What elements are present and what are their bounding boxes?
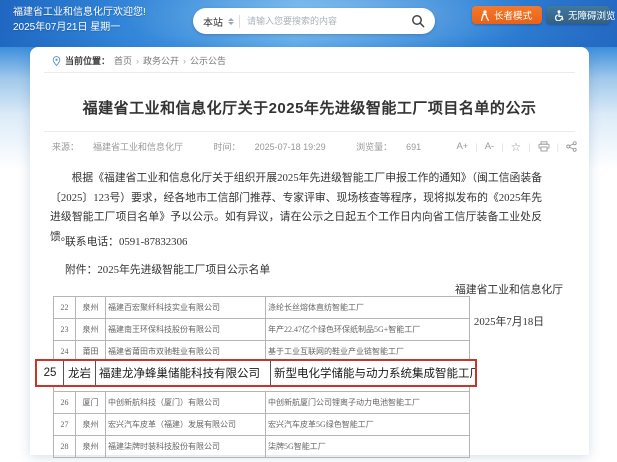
search-bar: 本站 — [193, 8, 435, 34]
row-no: 23 — [54, 319, 76, 340]
row-company: 福建百宏聚纤科技实业有限公司 — [106, 297, 266, 318]
row-city: 龙岩 — [64, 361, 96, 385]
row-project: 宏兴汽车皮革5G绿色智能工厂 — [266, 414, 469, 435]
row-company: 宏兴汽车皮革（福建）发展有限公司 — [106, 414, 266, 435]
source: 来源：福建省工业和信息化厅 — [52, 142, 197, 152]
page: 福建省工业和信息化厅欢迎您! 2025年07月21日 星期一 本站 长者模式 无… — [0, 0, 617, 462]
favorite-star-icon[interactable]: ☆ — [511, 142, 522, 152]
table-row: 22 泉州 福建百宏聚纤科技实业有限公司 涤纶长丝熔体直纺智能工厂 — [54, 297, 469, 319]
row-no: 25 — [37, 361, 64, 385]
signature-date: 2025年7月18日 — [455, 313, 563, 329]
table-row: 27 泉州 宏兴汽车皮革（福建）发展有限公司 宏兴汽车皮革5G绿色智能工厂 — [54, 414, 469, 436]
row-no: 22 — [54, 297, 76, 318]
chevron-updown-icon[interactable] — [228, 18, 234, 25]
row-no: 26 — [54, 392, 76, 413]
accessibility-button[interactable]: 无障碍浏览 — [546, 6, 610, 24]
divider: | — [501, 142, 503, 152]
divider — [44, 72, 575, 73]
attachment-line: 附件：2025年先进级智能工厂项目公示名单 — [65, 261, 270, 277]
elder-mode-label: 长者模式 — [494, 8, 532, 22]
attachment-link[interactable]: 2025年先进级智能工厂项目公示名单 — [97, 264, 270, 276]
divider — [44, 131, 575, 132]
signature-org: 福建省工业和信息化厅 — [455, 281, 563, 297]
row-company: 福建龙净蜂巢储能科技有限公司 — [96, 361, 271, 385]
signature-block: 福建省工业和信息化厅 2025年7月18日 — [455, 281, 563, 329]
contact-phone: 联系电话：0591-87832306 — [65, 233, 187, 249]
row-city: 泉州 — [76, 297, 106, 318]
breadcrumb-home[interactable]: 首页 — [114, 54, 132, 67]
row-city: 泉州 — [76, 319, 106, 340]
table-row: 23 泉州 福建南王环保科技股份有限公司 年产22.47亿个绿色环保纸制品5G+… — [54, 319, 469, 341]
breadcrumb-prefix: 当前位置： — [65, 54, 110, 67]
table-row: 28 泉州 福建柒牌时装科技股份有限公司 柒牌5G智能工厂 — [54, 436, 469, 458]
row-project: 年产22.47亿个绿色环保纸制品5G+智能工厂 — [266, 319, 469, 340]
row-project: 涤纶长丝熔体直纺智能工厂 — [266, 297, 469, 318]
location-icon — [52, 56, 61, 66]
breadcrumb: 当前位置： 首页 › 政务公开 › 公示公告 — [52, 54, 226, 67]
divider: | — [557, 142, 559, 152]
row-project: 中创新航厦门公司锂离子动力电池智能工厂 — [266, 392, 469, 413]
share-icon[interactable] — [566, 141, 577, 152]
row-no: 27 — [54, 414, 76, 435]
row-project: 柒牌5G智能工厂 — [266, 436, 469, 457]
search-input[interactable] — [245, 15, 406, 27]
banner-text: 福建省工业和信息化厅欢迎您! 2025年07月21日 星期一 — [13, 5, 146, 35]
search-scope-select[interactable]: 本站 — [203, 14, 223, 29]
table-row: 26 厦门 中创新航科技（厦门）有限公司 中创新航厦门公司锂离子动力电池智能工厂 — [54, 392, 469, 414]
accessibility-label: 无障碍浏览 — [568, 8, 616, 22]
row-city: 泉州 — [76, 436, 106, 457]
row-company: 福建南王环保科技股份有限公司 — [106, 319, 266, 340]
attachment-label: 附件： — [65, 264, 97, 276]
print-icon[interactable] — [538, 141, 550, 152]
row-city: 泉州 — [76, 414, 106, 435]
publish-time: 时间：2025-07-18 19:29 — [214, 142, 340, 152]
row-no: 28 — [54, 436, 76, 457]
article-meta: 来源：福建省工业和信息化厅 时间：2025-07-18 19:29 浏览量：69… — [52, 140, 577, 153]
article-toolbar: A+ | A- | ☆ | | — [456, 141, 577, 152]
elder-person-icon — [480, 10, 490, 21]
breadcrumb-gov-disclosure[interactable]: 政务公开 — [143, 54, 179, 67]
site-banner: 福建省工业和信息化厅欢迎您! 2025年07月21日 星期一 本站 长者模式 无… — [0, 0, 617, 47]
font-increase-button[interactable]: A+ — [456, 141, 468, 152]
divider — [239, 15, 240, 28]
divider: | — [475, 142, 477, 152]
highlighted-row-25: 25 龙岩 福建龙净蜂巢储能科技有限公司 新型电化学储能与动力系统集成智能工厂 — [35, 359, 477, 387]
row-project: 新型电化学储能与动力系统集成智能工厂 — [271, 361, 475, 385]
page-title: 福建省工业和信息化厅关于2025年先进级智能工厂项目名单的公示 — [50, 97, 569, 118]
welcome-text: 福建省工业和信息化厅欢迎您! — [13, 5, 146, 20]
row-company: 中创新航科技（厦门）有限公司 — [106, 392, 266, 413]
font-decrease-button[interactable]: A- — [485, 141, 495, 152]
content-card: 当前位置： 首页 › 政务公开 › 公示公告 福建省工业和信息化厅关于2025年… — [30, 47, 589, 455]
breadcrumb-separator: › — [136, 56, 139, 66]
view-count: 浏览量：691 — [356, 142, 435, 152]
row-city: 厦门 — [76, 392, 106, 413]
search-icon[interactable] — [411, 14, 425, 28]
breadcrumb-separator: › — [183, 56, 186, 66]
elder-mode-button[interactable]: 长者模式 — [472, 6, 542, 24]
wheelchair-icon — [554, 10, 564, 21]
row-company: 福建柒牌时装科技股份有限公司 — [106, 436, 266, 457]
breadcrumb-announcements[interactable]: 公示公告 — [190, 54, 226, 67]
article-meta-info: 来源：福建省工业和信息化厅 时间：2025-07-18 19:29 浏览量：69… — [52, 140, 449, 153]
current-date: 2025年07月21日 星期一 — [13, 20, 146, 35]
divider: | — [528, 142, 530, 152]
